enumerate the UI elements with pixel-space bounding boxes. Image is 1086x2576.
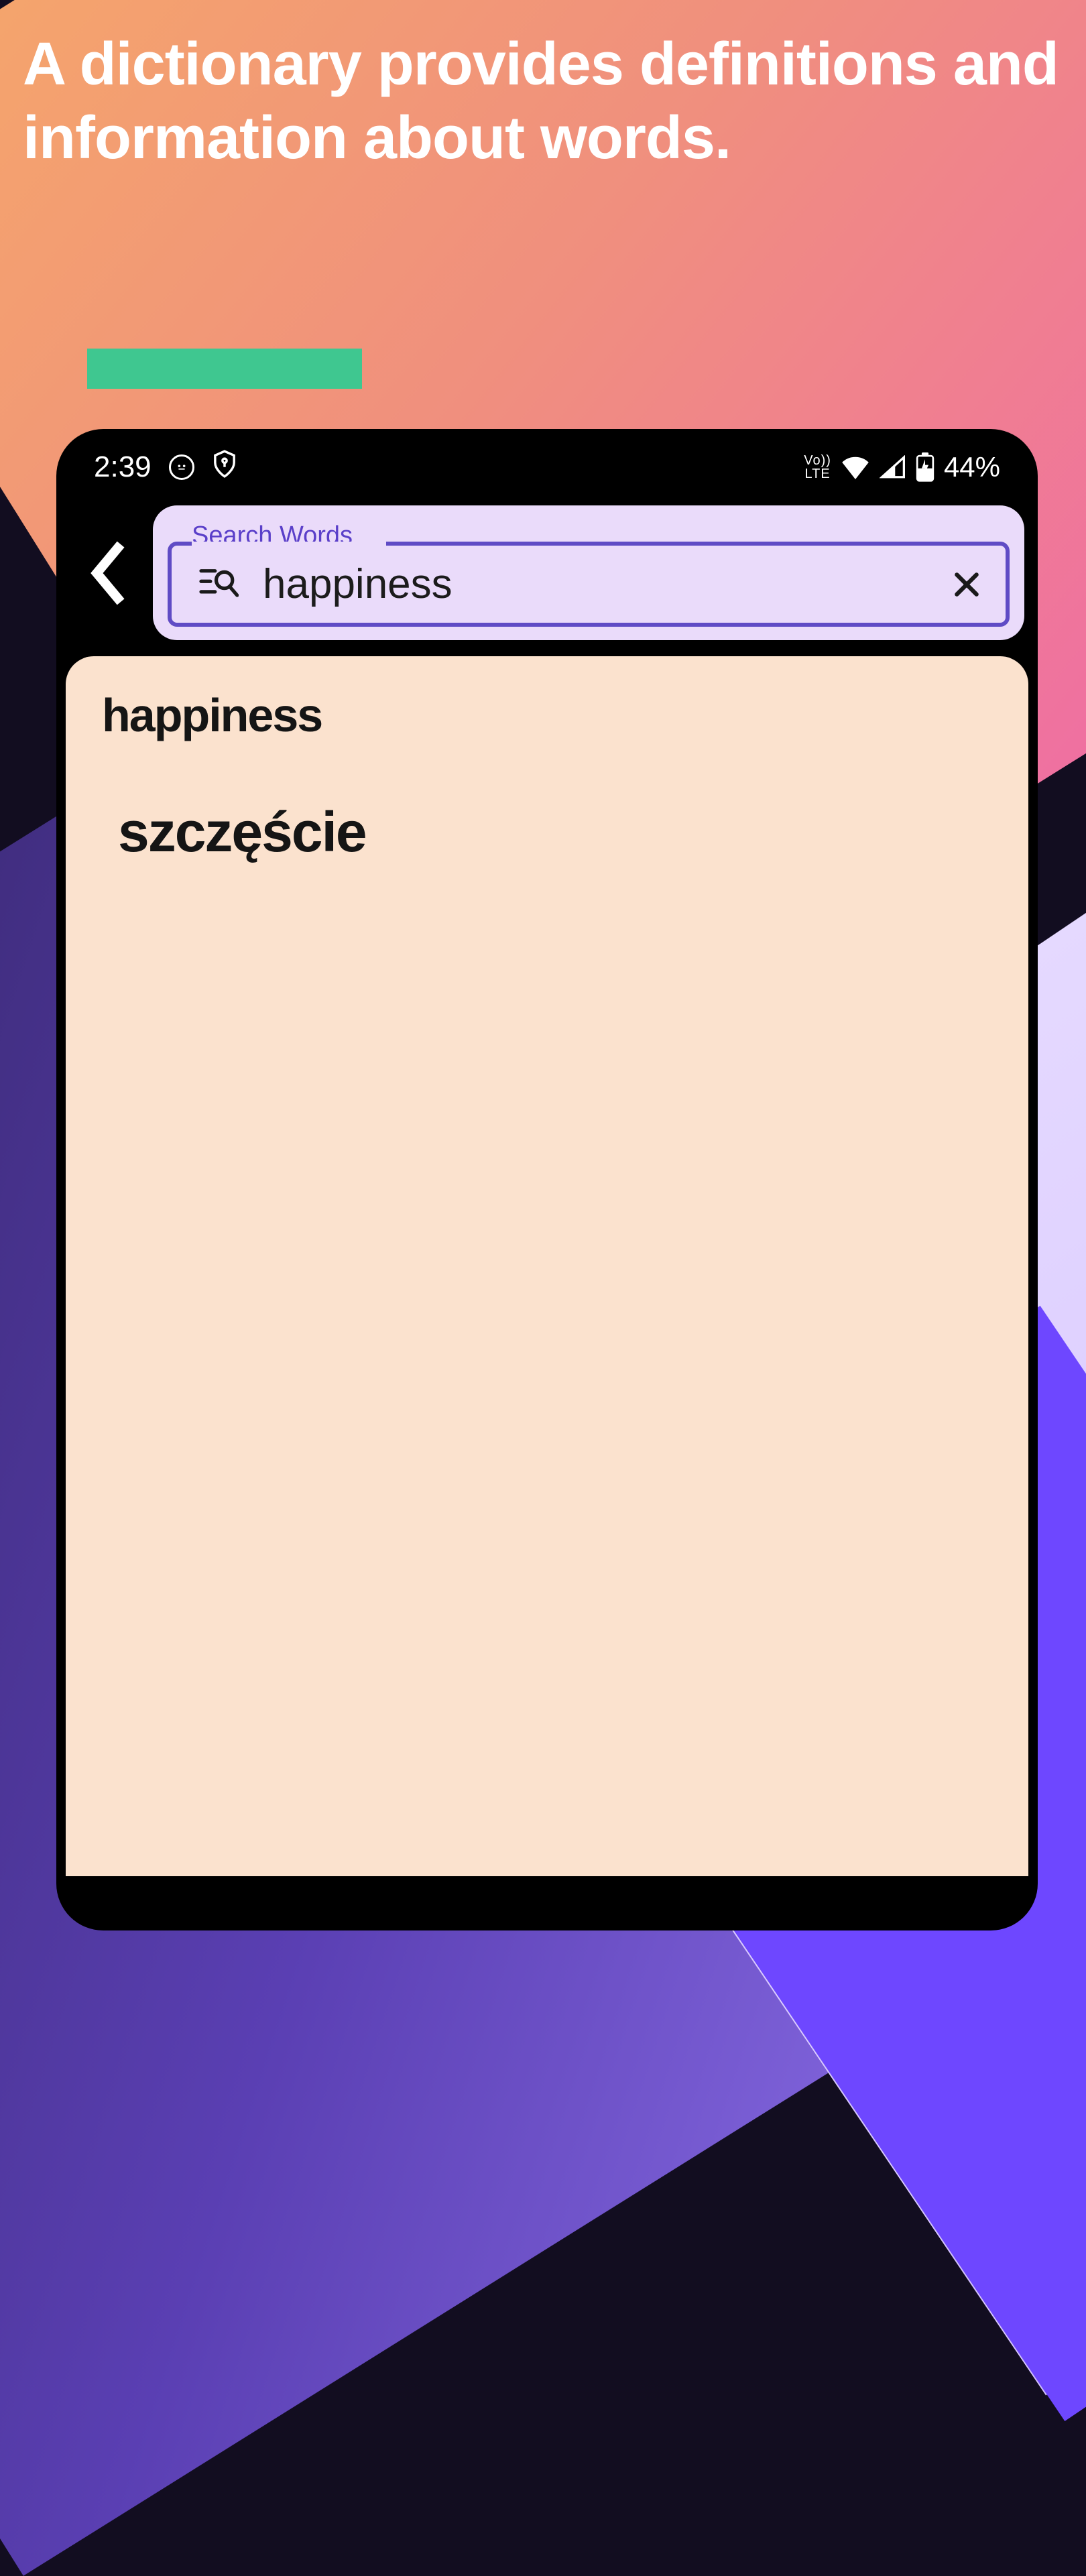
clear-button[interactable] [949,567,984,602]
source-word: happiness [102,688,992,742]
shield-icon [212,449,237,485]
app-header: Search Words [56,492,1038,656]
translation-word: szczęście [118,800,992,865]
promo-headline: A dictionary provides definitions and in… [23,28,1086,176]
search-container: Search Words [153,505,1024,640]
back-button[interactable] [78,540,137,607]
accent-bar [87,349,362,389]
battery-percent: 44% [944,451,1000,483]
search-input[interactable] [263,560,925,608]
volte-icon: Vo)) LTE [804,454,831,481]
wifi-icon [841,455,870,479]
face-icon [169,454,194,480]
list-search-icon[interactable] [198,565,239,603]
status-bar: 2:39 Vo)) LTE [56,429,1038,492]
definition-card: happiness szczęście [66,656,1028,1876]
search-field-frame [168,542,1010,627]
signal-icon [880,455,906,479]
phone-frame: 2:39 Vo)) LTE [56,429,1038,1930]
status-time: 2:39 [94,450,152,484]
battery-icon [916,452,934,482]
